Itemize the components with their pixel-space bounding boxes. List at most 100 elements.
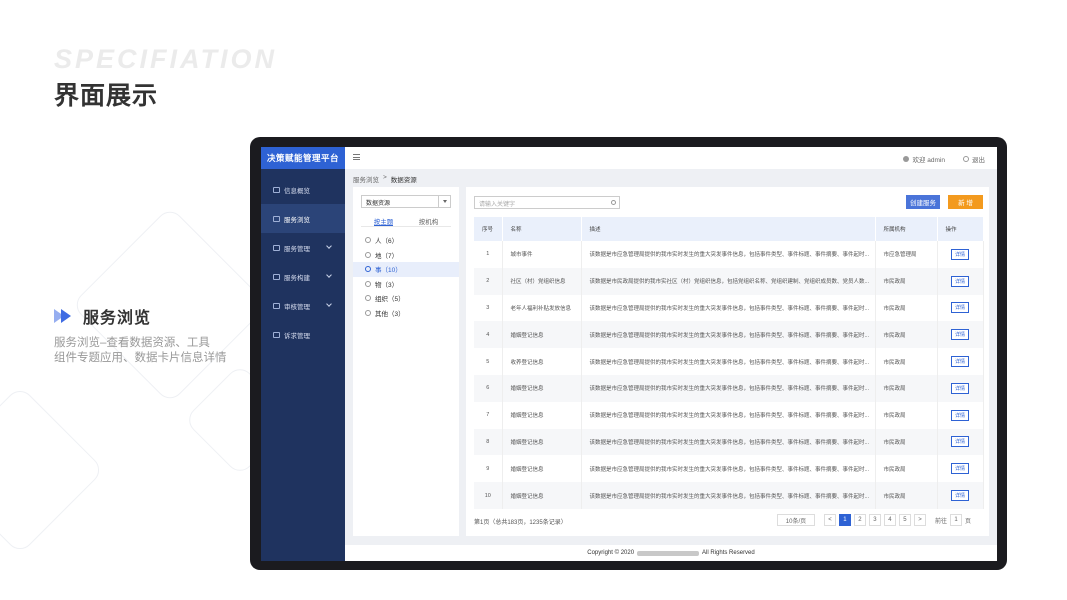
play-arrows-icon	[54, 309, 73, 323]
row-action-cell: 详情	[937, 374, 984, 402]
row-name: 收养登记信息	[502, 348, 582, 375]
tree-item-label: 物（3）	[375, 281, 399, 289]
tree-item[interactable]: 组织（5）	[353, 291, 459, 306]
row-description: 该数据是市应急管理局提供的我市实时发生的重大突发事件信息，包括事件类型、事件标题…	[581, 321, 876, 349]
breadcrumb-parent[interactable]: 服务浏览	[353, 174, 379, 184]
row-number: 4	[474, 321, 503, 349]
user-info[interactable]: 欢迎 admin	[903, 154, 945, 164]
create-service-button[interactable]: 创建服务	[906, 195, 940, 209]
menu-icon	[273, 273, 280, 280]
column-header: 名称	[502, 217, 582, 241]
row-org: 市应急管理局	[875, 241, 938, 268]
row-name: 婚姻登记信息	[502, 455, 582, 483]
prev-page-button[interactable]: <	[823, 514, 836, 526]
power-icon	[963, 156, 969, 162]
page-button[interactable]: 5	[898, 514, 911, 526]
row-number: 5	[474, 348, 503, 375]
row-org: 市民政局	[875, 374, 938, 402]
page-button[interactable]: 3	[868, 514, 881, 526]
detail-button[interactable]: 详情	[950, 382, 969, 394]
tree-item[interactable]: 其他（3）	[353, 306, 459, 321]
sidebar-item-label: 审核管理	[284, 303, 310, 311]
row-name: 婚姻登记信息	[502, 401, 582, 429]
tree-item[interactable]: 地（7）	[353, 248, 459, 263]
app-screen: 决策赋能管理平台 信息概览 服务浏览 服务管理 服务构建 审核管理 诉求管理 欢迎 adm…	[261, 147, 997, 561]
detail-button[interactable]: 详情	[950, 275, 969, 287]
tree-item-label: 其他（3）	[375, 310, 405, 318]
resource-type-select[interactable]: 数据资源	[361, 195, 451, 208]
detail-button[interactable]: 详情	[950, 436, 969, 448]
copyright-right: All Rights Reserved	[702, 550, 755, 556]
menu-toggle-icon[interactable]	[353, 154, 360, 160]
sidebar-item[interactable]: 服务管理	[261, 233, 345, 262]
row-action-cell: 详情	[937, 401, 984, 429]
sidebar-item[interactable]: 服务构建	[261, 262, 345, 291]
breadcrumb-current: 数据资源	[390, 177, 417, 184]
tab-by-theme[interactable]: 按主题	[373, 216, 394, 226]
sidebar-item[interactable]: 服务浏览	[261, 204, 345, 233]
page-button[interactable]: 2	[853, 514, 866, 526]
table-row: 2 社区（村）党组织信息 该数据是市民政局提供的我市实社区（村）党组织信息，包括党组…	[474, 267, 984, 295]
sidebar: 决策赋能管理平台 信息概览 服务浏览 服务管理 服务构建 审核管理 诉求管理	[261, 147, 345, 561]
sidebar-item[interactable]: 诉求管理	[261, 320, 345, 349]
copyright-left: Copyright © 2020	[587, 550, 635, 556]
section-description: 服务浏览–查看数据资源、工具 组件专题应用、数据卡片信息详情	[54, 336, 244, 366]
table-row: 4 婚姻登记信息 该数据是市应急管理局提供的我市实时发生的重大突发事件信息，包括事件…	[474, 321, 984, 349]
row-description: 该数据是市应急管理局提供的我市实时发生的重大突发事件信息，包括事件类型、事件标题…	[581, 374, 876, 402]
tree-item[interactable]: 事（10）	[353, 262, 459, 277]
detail-button[interactable]: 详情	[950, 490, 969, 502]
detail-button[interactable]: 详情	[950, 356, 969, 368]
next-page-button[interactable]: >	[913, 514, 926, 526]
row-number: 9	[474, 455, 503, 483]
row-name: 婚姻登记信息	[502, 428, 582, 456]
category-icon	[365, 237, 371, 244]
table-summary: 第1页（总共183页，1235条记录）	[474, 520, 567, 526]
row-number: 1	[474, 241, 503, 268]
row-action-cell: 详情	[937, 294, 984, 322]
tab-by-org[interactable]: 按机构	[419, 216, 439, 226]
logout-button[interactable]: 退出	[963, 154, 985, 164]
row-number: 3	[474, 294, 503, 322]
column-header: 描述	[581, 217, 876, 241]
row-org: 市民政局	[875, 428, 938, 456]
row-org: 市民政局	[875, 321, 938, 349]
row-description: 该数据是市应急管理局提供的我市实时发生的重大突发事件信息，包括事件类型、事件标题…	[581, 241, 876, 268]
column-header: 所属机构	[875, 217, 938, 241]
row-description: 该数据是市应急管理局提供的我市实时发生的重大突发事件信息，包括事件类型、事件标题…	[581, 294, 876, 322]
row-number: 10	[474, 482, 503, 509]
page-size-select[interactable]: 10条/页	[776, 514, 815, 526]
data-panel: 请输入关键字 创建服务 新 增 序号 名称 描述 所属机构 操作 1 城市事件 该数…	[466, 187, 989, 536]
redacted-text	[637, 550, 700, 556]
search-icon[interactable]	[611, 199, 616, 205]
tree-item-label: 组织（5）	[375, 296, 405, 304]
row-action-cell: 详情	[937, 267, 984, 295]
page-button[interactable]: 1	[838, 514, 851, 526]
menu-icon	[273, 215, 280, 222]
tree-item[interactable]: 物（3）	[353, 277, 459, 292]
sidebar-item[interactable]: 信息概览	[261, 175, 345, 204]
detail-button[interactable]: 详情	[950, 463, 969, 475]
tree-item[interactable]: 人（6）	[353, 233, 459, 248]
sidebar-item-label: 服务浏览	[284, 216, 310, 224]
detail-button[interactable]: 详情	[950, 248, 969, 260]
detail-button[interactable]: 详情	[950, 329, 969, 341]
page-button[interactable]: 4	[883, 514, 896, 526]
sidebar-nav: 信息概览服务浏览服务管理 服务构建审核管理诉求管理	[261, 175, 345, 349]
table-row: 5 收养登记信息 该数据是市应急管理局提供的我市实时发生的重大突发事件信息，包括事件…	[474, 348, 984, 375]
row-name: 婚姻登记信息	[502, 482, 582, 509]
row-name: 婚姻登记信息	[502, 321, 582, 349]
section-desc-line: 服务浏览–查看数据资源、工具	[54, 337, 210, 349]
add-button[interactable]: 新 增	[948, 195, 983, 209]
row-org: 市民政局	[875, 348, 938, 375]
search-input[interactable]: 请输入关键字	[474, 196, 620, 209]
column-header: 操作	[937, 217, 984, 241]
detail-button[interactable]: 详情	[950, 302, 969, 314]
sidebar-item[interactable]: 审核管理	[261, 291, 345, 320]
row-org: 市民政局	[875, 294, 938, 322]
table-row: 6 婚姻登记信息 该数据是市应急管理局提供的我市实时发生的重大突发事件信息，包括事件…	[474, 374, 984, 402]
detail-button[interactable]: 详情	[950, 409, 969, 421]
goto-page-input[interactable]: 1	[949, 514, 962, 526]
menu-icon	[273, 186, 280, 193]
sidebar-item-label: 诉求管理	[284, 332, 310, 340]
menu-icon	[273, 244, 280, 251]
